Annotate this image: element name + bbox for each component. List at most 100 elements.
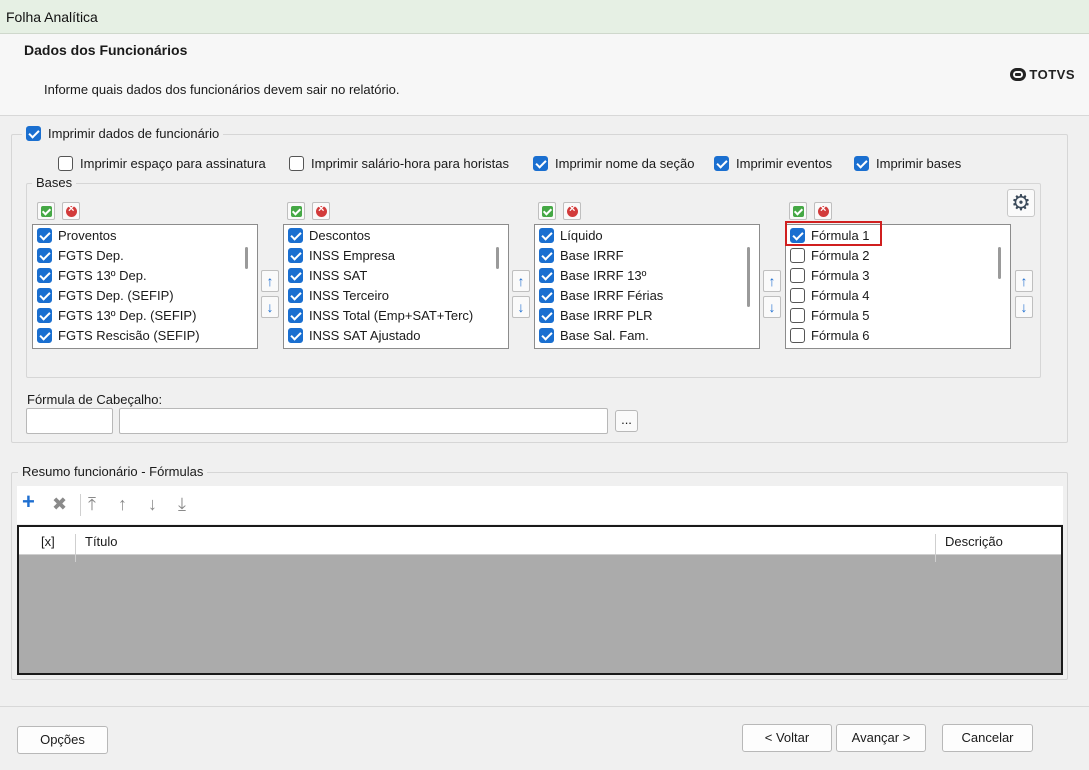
move-down-button-1[interactable]: ↓: [261, 296, 279, 318]
list-item[interactable]: Base Sal. Fam.: [535, 325, 759, 345]
browse-button[interactable]: ...: [615, 410, 638, 432]
list-item-checkbox[interactable]: [790, 327, 805, 343]
list-item-checkbox[interactable]: [37, 307, 52, 323]
next-button[interactable]: Avançar >: [836, 724, 926, 752]
option-events[interactable]: Imprimir eventos: [714, 156, 832, 171]
list-item-checkbox[interactable]: [37, 327, 52, 343]
select-all-button-1[interactable]: [37, 202, 55, 220]
list-item-checkbox[interactable]: [790, 287, 805, 303]
list-item[interactable]: Base IRRF PLR: [535, 305, 759, 325]
list-item[interactable]: Fórmula 5: [786, 305, 1010, 325]
list-item[interactable]: Fórmula 3: [786, 265, 1010, 285]
list-item[interactable]: Líquido: [535, 225, 759, 245]
option-section-name-checkbox[interactable]: [533, 156, 548, 171]
list-item-checkbox[interactable]: [288, 327, 303, 343]
option-section-name[interactable]: Imprimir nome da seção: [533, 156, 694, 171]
cancel-button[interactable]: Cancelar: [942, 724, 1033, 752]
move-down-icon[interactable]: ↓: [148, 494, 157, 514]
move-up-icon[interactable]: ↑: [118, 494, 127, 514]
option-bases[interactable]: Imprimir bases: [854, 156, 961, 171]
list-item[interactable]: Fórmula 4: [786, 285, 1010, 305]
list-item[interactable]: Fórmula 6: [786, 325, 1010, 345]
list-item-checkbox[interactable]: [37, 247, 52, 263]
list-item[interactable]: INSS SAT: [284, 265, 508, 285]
list-item[interactable]: INSS Total (Emp+SAT+Terc): [284, 305, 508, 325]
list-item-label: INSS Empresa: [309, 247, 395, 263]
list-item[interactable]: INSS Empresa: [284, 245, 508, 265]
list-item[interactable]: Base IRRF 13º: [535, 265, 759, 285]
list-item-checkbox[interactable]: [37, 267, 52, 283]
list-item[interactable]: FGTS Rescisão (SEFIP): [33, 325, 257, 345]
delete-icon[interactable]: ✖: [52, 494, 67, 514]
header-formula-code-input[interactable]: [26, 408, 113, 434]
column-header-check[interactable]: [x]: [41, 534, 55, 549]
list-item[interactable]: FGTS 13º Dep. (SEFIP): [33, 305, 257, 325]
select-all-button-2[interactable]: [287, 202, 305, 220]
list-item-checkbox[interactable]: [288, 287, 303, 303]
list-item-checkbox[interactable]: [288, 247, 303, 263]
list-item[interactable]: FGTS 13º Dep.: [33, 265, 257, 285]
clear-all-button-1[interactable]: [62, 202, 80, 220]
list-item-checkbox[interactable]: [539, 227, 554, 243]
option-signature-space-checkbox[interactable]: [58, 156, 73, 171]
option-hourly-wage[interactable]: Imprimir salário-hora para horistas: [289, 156, 509, 171]
move-top-icon[interactable]: ⤒: [88, 494, 96, 514]
move-up-button-4[interactable]: ↑: [1015, 270, 1033, 292]
list-item[interactable]: Base IRRF: [535, 245, 759, 265]
header-formula-description-input[interactable]: [119, 408, 608, 434]
list-item-checkbox[interactable]: [37, 227, 52, 243]
column-header-description[interactable]: Descrição: [945, 534, 1003, 549]
list-item-checkbox[interactable]: [539, 267, 554, 283]
list-item-checkbox[interactable]: [539, 307, 554, 323]
list-item[interactable]: Proventos: [33, 225, 257, 245]
list-item-checkbox[interactable]: [539, 327, 554, 343]
list-item-checkbox[interactable]: [37, 287, 52, 303]
list-item-checkbox[interactable]: [790, 247, 805, 263]
scrollbar-thumb[interactable]: [496, 247, 499, 269]
list-item[interactable]: Fórmula 2: [786, 245, 1010, 265]
list-item-checkbox[interactable]: [790, 267, 805, 283]
bases-list-2[interactable]: Descontos INSS Empresa INSS SAT INSS Ter…: [283, 224, 509, 349]
print-data-legend[interactable]: Imprimir dados de funcionário: [22, 126, 224, 141]
clear-all-button-2[interactable]: [312, 202, 330, 220]
bases-list-1[interactable]: Proventos FGTS Dep. FGTS 13º Dep. FGTS D…: [32, 224, 258, 349]
move-up-button-3[interactable]: ↑: [763, 270, 781, 292]
list-item-checkbox[interactable]: [288, 307, 303, 323]
scrollbar-thumb[interactable]: [747, 247, 750, 307]
options-button[interactable]: Opções: [17, 726, 108, 754]
option-bases-checkbox[interactable]: [854, 156, 869, 171]
add-icon[interactable]: +: [22, 491, 35, 513]
list-item-checkbox[interactable]: [790, 307, 805, 323]
move-up-button-1[interactable]: ↑: [261, 270, 279, 292]
list-item[interactable]: Base IRRF Férias: [535, 285, 759, 305]
list-item[interactable]: INSS Terceiro: [284, 285, 508, 305]
list-item[interactable]: FGTS Dep. (SEFIP): [33, 285, 257, 305]
move-down-button-3[interactable]: ↓: [763, 296, 781, 318]
select-all-button-3[interactable]: [538, 202, 556, 220]
list-item[interactable]: Descontos: [284, 225, 508, 245]
move-up-button-2[interactable]: ↑: [512, 270, 530, 292]
list-item-checkbox[interactable]: [288, 227, 303, 243]
move-bottom-icon[interactable]: ⤓: [178, 494, 186, 514]
clear-all-button-4[interactable]: [814, 202, 832, 220]
scrollbar-thumb[interactable]: [998, 247, 1001, 279]
summary-grid[interactable]: [x] Título Descrição: [17, 525, 1063, 675]
option-signature-space[interactable]: Imprimir espaço para assinatura: [58, 156, 266, 171]
print-data-checkbox[interactable]: [26, 126, 41, 141]
list-item-checkbox[interactable]: [288, 267, 303, 283]
back-button[interactable]: < Voltar: [742, 724, 832, 752]
clear-all-button-3[interactable]: [563, 202, 581, 220]
move-down-button-2[interactable]: ↓: [512, 296, 530, 318]
list-item-checkbox[interactable]: [539, 247, 554, 263]
gear-icon[interactable]: ⚙: [1007, 189, 1035, 217]
list-item[interactable]: INSS SAT Ajustado: [284, 325, 508, 345]
select-all-button-4[interactable]: [789, 202, 807, 220]
option-hourly-wage-checkbox[interactable]: [289, 156, 304, 171]
column-header-title[interactable]: Título: [85, 534, 118, 549]
option-events-checkbox[interactable]: [714, 156, 729, 171]
move-down-button-4[interactable]: ↓: [1015, 296, 1033, 318]
list-item[interactable]: FGTS Dep.: [33, 245, 257, 265]
bases-list-3[interactable]: Líquido Base IRRF Base IRRF 13º Base IRR…: [534, 224, 760, 349]
list-item-checkbox[interactable]: [539, 287, 554, 303]
scrollbar-thumb[interactable]: [245, 247, 248, 269]
